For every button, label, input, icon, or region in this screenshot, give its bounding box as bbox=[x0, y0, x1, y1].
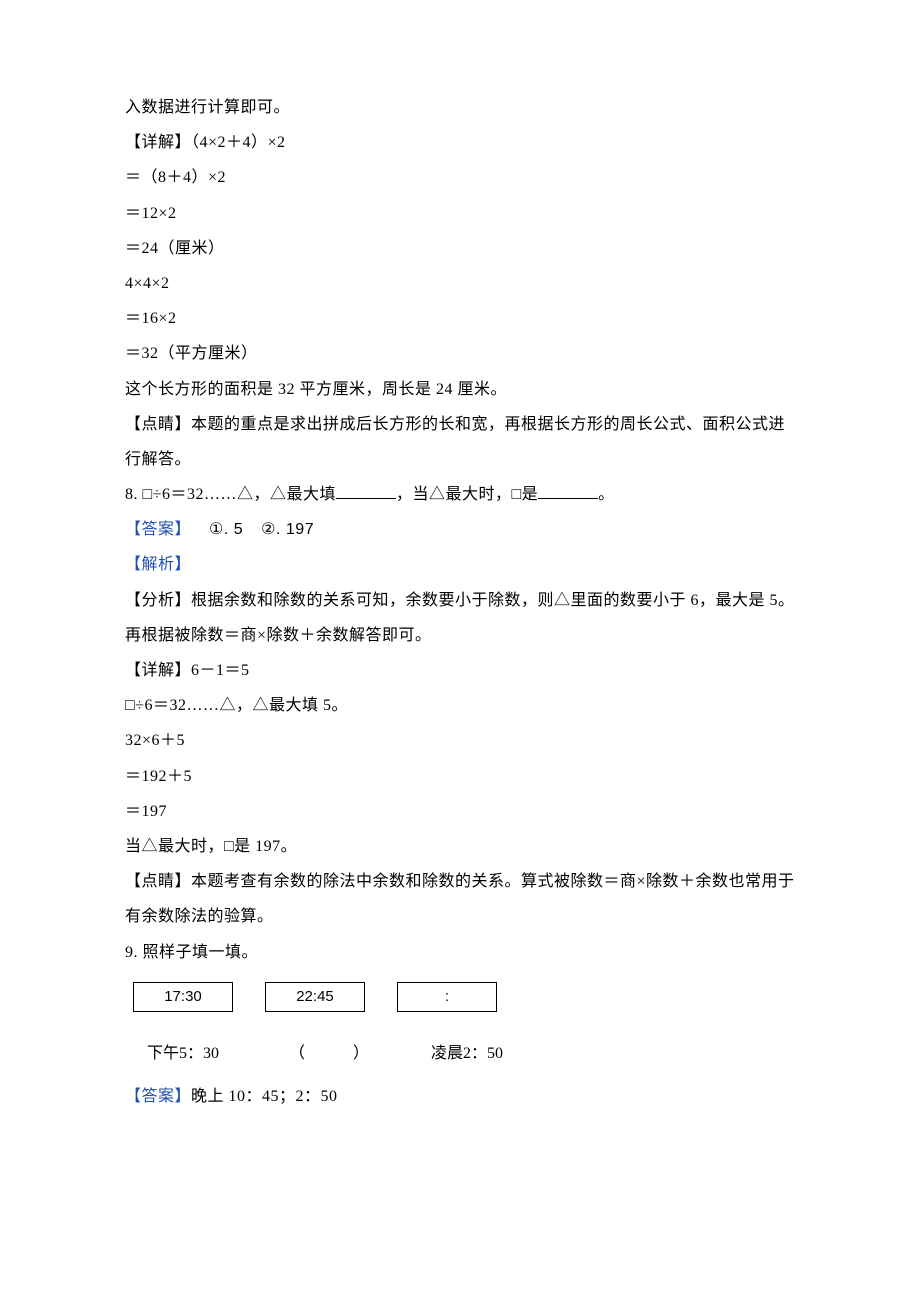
answer-9: 【答案】晚上 10：45；2：50 bbox=[125, 1079, 795, 1114]
text-line: 【详解】（4×2＋4）×2 bbox=[125, 125, 795, 160]
text-line: 【详解】6－1＝5 bbox=[125, 653, 795, 688]
question-9: 9. 照样子填一填。 bbox=[125, 935, 795, 970]
answer-8-part1: ①. 5 bbox=[209, 521, 243, 538]
q8-suffix: 。 bbox=[598, 486, 615, 503]
text-line: 这个长方形的面积是 32 平方厘米，周长是 24 厘米。 bbox=[125, 372, 795, 407]
q8-mid: ，当△最大时，□是 bbox=[396, 486, 538, 503]
text-line: ＝16×2 bbox=[125, 301, 795, 336]
text-line: ＝（8＋4）×2 bbox=[125, 160, 795, 195]
time-label-1: 下午5：30 bbox=[147, 1036, 257, 1071]
q8-prefix: 8. □÷6＝32……△，△最大填 bbox=[125, 486, 336, 503]
text-line: 【点睛】本题考查有余数的除法中余数和除数的关系。算式被除数＝商×除数＋余数也常用… bbox=[125, 864, 795, 934]
blank-fill bbox=[538, 483, 598, 499]
analysis-label: 【解析】 bbox=[125, 547, 795, 582]
blank-fill bbox=[336, 483, 396, 499]
time-label-2: （ ） bbox=[289, 1036, 399, 1071]
answer-9-value: 晚上 10：45；2：50 bbox=[191, 1088, 338, 1105]
time-box-row: 17:30 22:45 : bbox=[133, 982, 795, 1012]
text-line: ＝192＋5 bbox=[125, 759, 795, 794]
text-line: 【点睛】本题的重点是求出拼成后长方形的长和宽，再根据长方形的周长公式、面积公式进… bbox=[125, 407, 795, 477]
text-line: 32×6＋5 bbox=[125, 723, 795, 758]
text-line: 4×4×2 bbox=[125, 266, 795, 301]
text-line: ＝32（平方厘米） bbox=[125, 336, 795, 371]
time-box-2: 22:45 bbox=[265, 982, 365, 1012]
time-label-3: 凌晨2：50 bbox=[431, 1036, 541, 1071]
text-line: 当△最大时，□是 197。 bbox=[125, 829, 795, 864]
time-box-3: : bbox=[397, 982, 497, 1012]
answer-label: 【答案】 bbox=[125, 1088, 191, 1105]
question-8: 8. □÷6＝32……△，△最大填 ，当△最大时，□是 。 bbox=[125, 477, 795, 512]
text-line: ＝12×2 bbox=[125, 196, 795, 231]
answer-8: 【答案】 ①. 5 ②. 197 bbox=[125, 512, 795, 547]
answer-label: 【答案】 bbox=[125, 521, 191, 538]
text-line: 入数据进行计算即可。 bbox=[125, 90, 795, 125]
text-line: ＝24（厘米） bbox=[125, 231, 795, 266]
text-line: □÷6＝32……△，△最大填 5。 bbox=[125, 688, 795, 723]
answer-8-part2: ②. 197 bbox=[261, 521, 314, 538]
text-line: 【分析】根据余数和除数的关系可知，余数要小于除数，则△里面的数要小于 6，最大是… bbox=[125, 583, 795, 653]
text-line: ＝197 bbox=[125, 794, 795, 829]
time-label-row: 下午5：30 （ ） 凌晨2：50 bbox=[147, 1036, 795, 1071]
time-box-1: 17:30 bbox=[133, 982, 233, 1012]
